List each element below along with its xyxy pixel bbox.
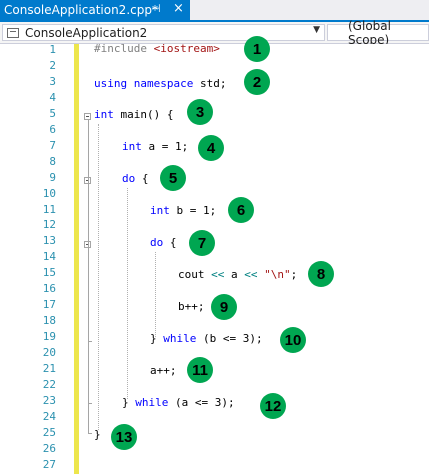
step-badge: 6 <box>228 197 254 223</box>
scope-label: (Global Scope) <box>348 18 391 47</box>
chevron-down-icon[interactable]: ▼ <box>313 25 320 35</box>
step-badge: 1 <box>244 36 270 62</box>
document-tab[interactable]: ConsoleApplication2.cpp* ⊣ × <box>0 0 190 20</box>
line-number: 16 <box>42 282 56 296</box>
line-number: 17 <box>42 298 56 312</box>
code-line-1: #include <iostream> <box>94 42 220 55</box>
line-number: 11 <box>42 202 56 216</box>
code-line-11: int b = 1; <box>150 204 217 217</box>
change-tracking-bar <box>74 44 79 474</box>
line-number: 25 <box>42 425 56 439</box>
code-line-15: cout << a << "\n"; <box>178 268 298 281</box>
outline-end <box>88 403 92 404</box>
line-number: 19 <box>42 330 56 344</box>
navigation-bar: ConsoleApplication2 ▼ (Global Scope) <box>0 19 429 47</box>
line-number: 15 <box>42 266 56 280</box>
step-badge: 8 <box>308 261 334 287</box>
pin-icon[interactable]: ⊣ <box>151 2 161 15</box>
line-number: 22 <box>42 377 56 391</box>
step-badge: 9 <box>211 294 237 320</box>
step-badge: 4 <box>198 135 224 161</box>
step-badge: 12 <box>260 393 286 419</box>
code-line-25: } <box>94 428 101 441</box>
line-number: 8 <box>49 154 56 168</box>
outline-end <box>88 433 92 434</box>
code-line-13: do { <box>150 236 177 249</box>
step-badge: 11 <box>187 357 213 383</box>
line-number: 20 <box>42 346 56 360</box>
line-number: 23 <box>42 393 56 407</box>
outline-end <box>88 341 92 342</box>
line-number: 10 <box>42 186 56 200</box>
tab-title: ConsoleApplication2.cpp* <box>4 3 158 17</box>
project-icon <box>7 27 19 38</box>
line-number: 3 <box>49 74 56 88</box>
line-number: 26 <box>42 441 56 455</box>
code-editor[interactable]: 1 2 3 4 5 6 7 8 9 10 11 12 13 14 15 16 17 18 19 20 21 22 23 24 2… <box>0 36 429 474</box>
line-number: 12 <box>42 218 56 232</box>
line-number: 21 <box>42 362 56 375</box>
indent-guide <box>155 252 156 337</box>
step-badge: 10 <box>280 327 306 353</box>
code-line-9: do { <box>122 172 149 185</box>
project-dropdown[interactable]: ConsoleApplication2 ▼ <box>2 24 325 41</box>
line-number: 9 <box>49 170 56 184</box>
line-number: 6 <box>49 122 56 136</box>
step-badge: 5 <box>160 165 186 191</box>
outline-line <box>88 120 89 433</box>
step-badge: 13 <box>111 424 137 450</box>
step-badge: 7 <box>189 230 215 256</box>
line-number-gutter: 1 2 3 4 5 6 7 8 9 10 11 12 13 14 15 16 17 18 19 20 21 22 23 24 2… <box>0 44 58 474</box>
line-number: 7 <box>49 138 56 152</box>
line-number: 14 <box>42 250 56 264</box>
scope-dropdown[interactable]: (Global Scope) <box>327 19 429 47</box>
line-number: 27 <box>42 457 56 471</box>
line-number: 2 <box>49 58 56 72</box>
line-number: 5 <box>49 106 56 120</box>
code-line-7: int a = 1; <box>122 140 189 153</box>
step-badge: 3 <box>187 99 213 125</box>
line-number: 24 <box>42 409 56 423</box>
line-number: 1 <box>49 43 56 56</box>
code-line-17: b++; <box>178 300 205 313</box>
close-icon[interactable]: × <box>173 1 184 16</box>
code-line-19: } while (b <= 3); <box>150 332 263 345</box>
line-number: 18 <box>42 314 56 328</box>
line-number: 4 <box>49 90 56 104</box>
code-line-21: a++; <box>150 364 177 377</box>
code-line-5: int main() { <box>94 108 174 121</box>
line-number: 13 <box>42 234 56 248</box>
project-name: ConsoleApplication2 <box>25 25 148 40</box>
step-badge: 2 <box>244 69 270 95</box>
indent-guide <box>98 124 99 430</box>
code-line-23: } while (a <= 3); <box>122 396 235 409</box>
indent-guide <box>127 188 128 399</box>
collapse-icon[interactable] <box>84 113 91 120</box>
code-line-3: using namespace std; <box>94 77 227 90</box>
